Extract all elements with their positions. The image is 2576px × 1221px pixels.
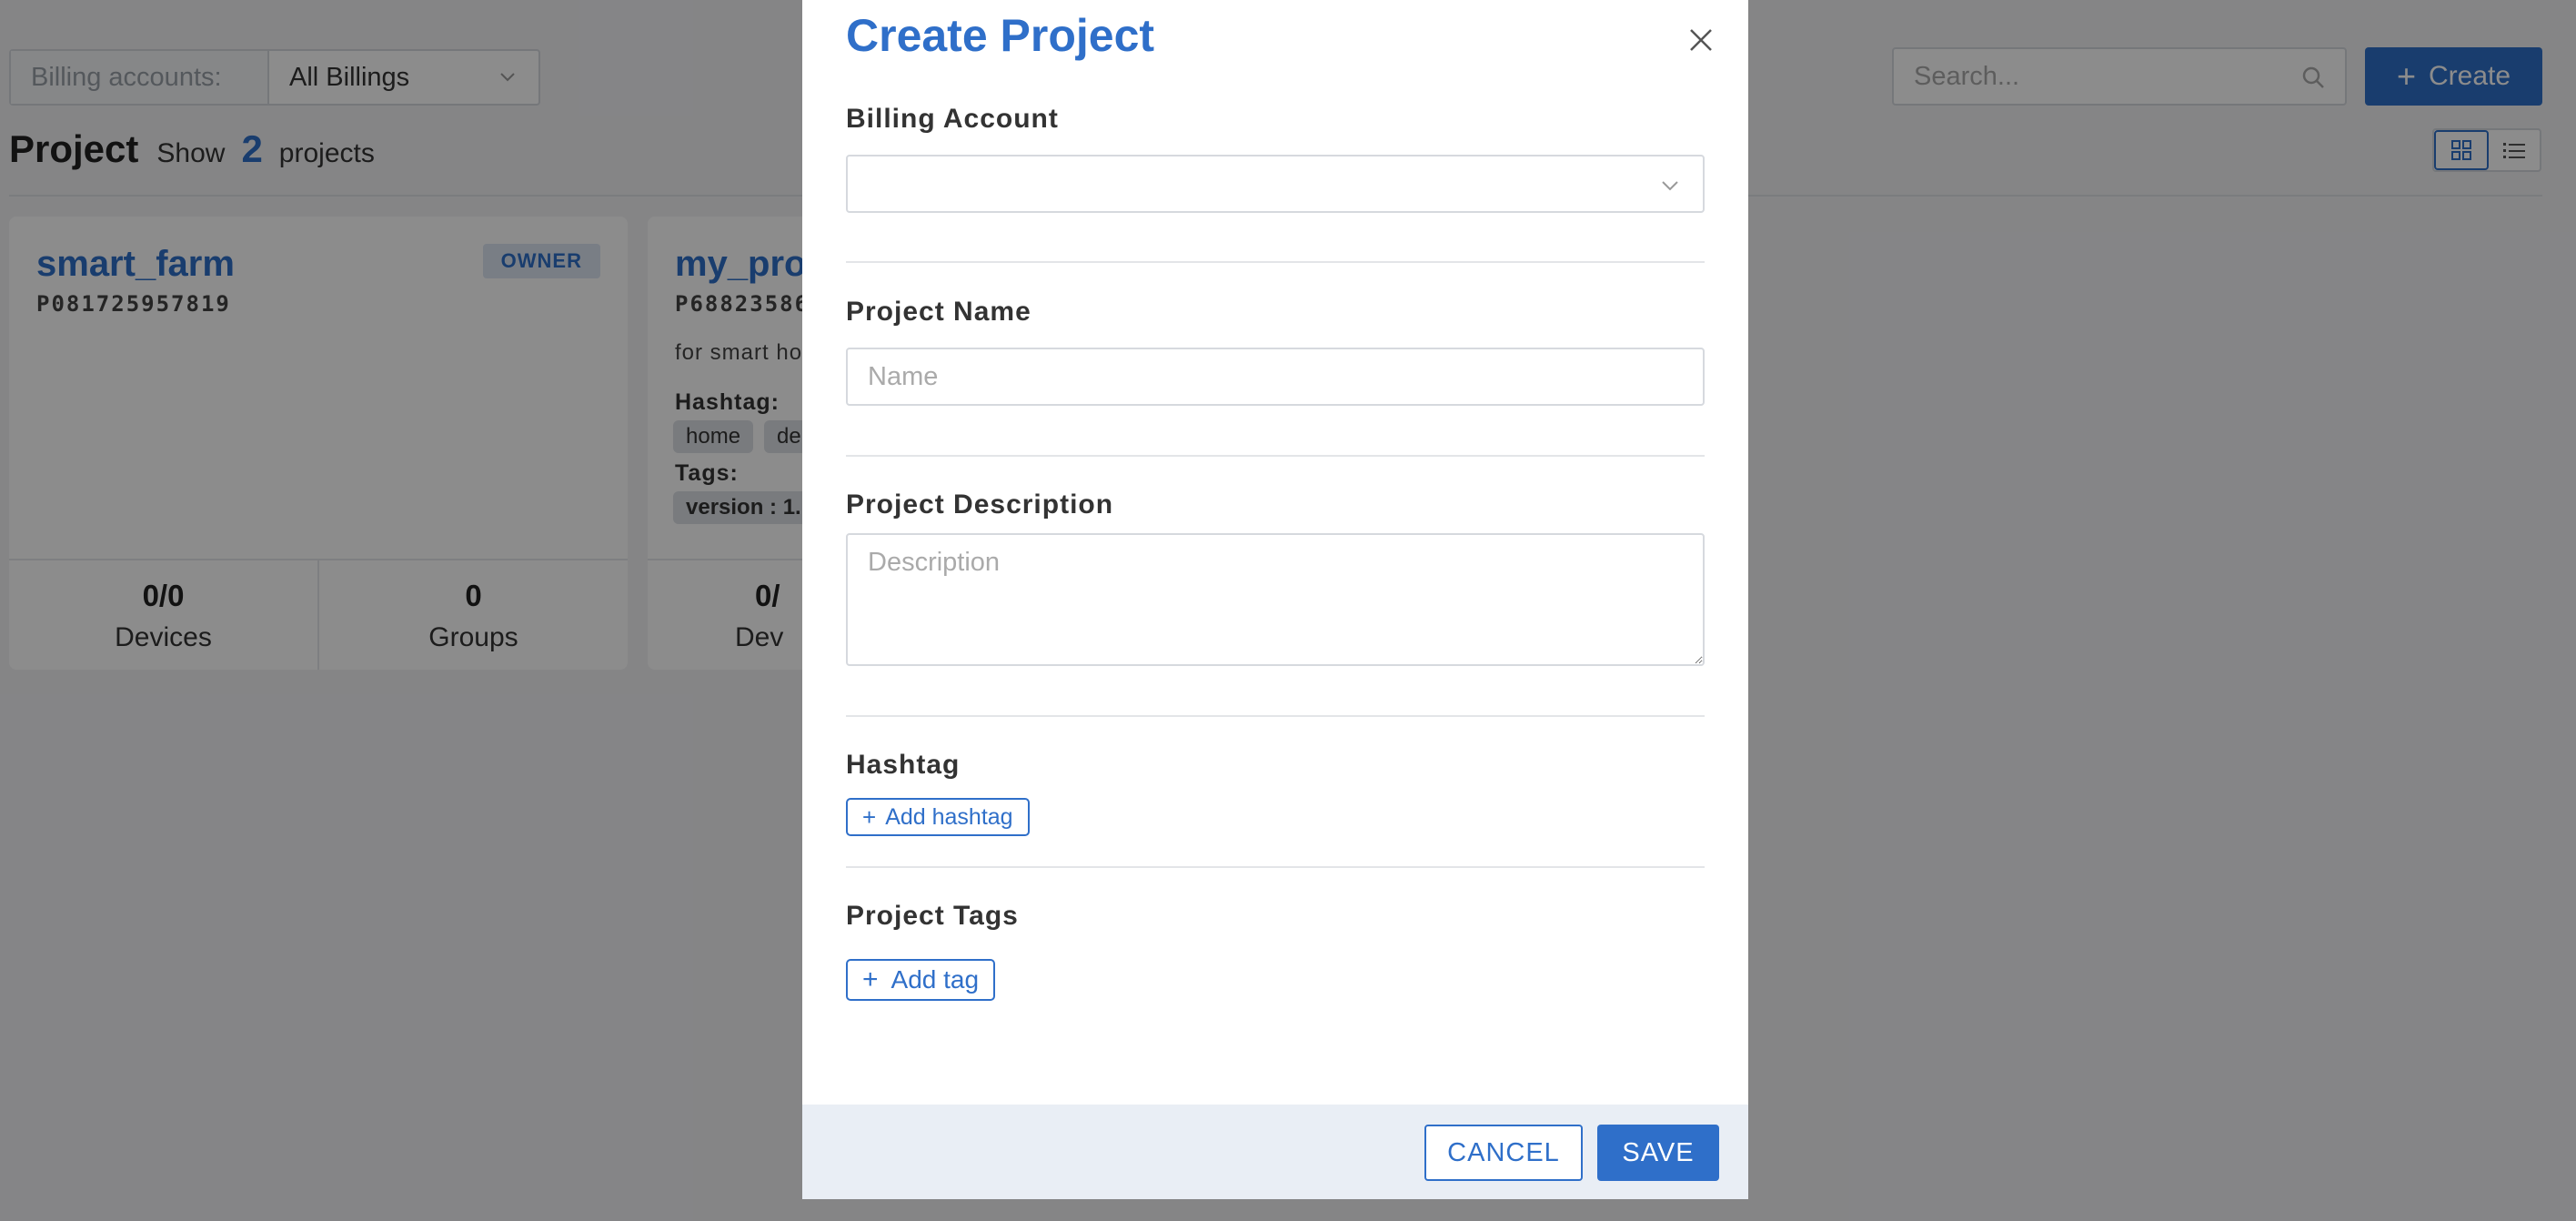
close-icon bbox=[1690, 29, 1712, 51]
project-name-label: Project Name bbox=[846, 297, 1031, 327]
billing-account-select[interactable] bbox=[846, 155, 1705, 213]
dialog-title: Create Project bbox=[846, 10, 1155, 61]
section-divider bbox=[846, 715, 1705, 717]
chevron-down-icon bbox=[1662, 181, 1678, 191]
add-tag-label: Add tag bbox=[891, 965, 980, 994]
billing-account-label: Billing Account bbox=[846, 104, 1059, 134]
hashtag-label: Hashtag bbox=[846, 750, 961, 780]
cancel-button[interactable]: CANCEL bbox=[1424, 1125, 1583, 1181]
project-name-input[interactable] bbox=[846, 348, 1705, 406]
project-description-label: Project Description bbox=[846, 489, 1114, 520]
dialog-footer: CANCEL SAVE bbox=[802, 1105, 1748, 1199]
section-divider bbox=[846, 455, 1705, 457]
add-tag-button[interactable]: + Add tag bbox=[846, 959, 996, 1001]
add-hashtag-button[interactable]: + Add hashtag bbox=[846, 798, 1030, 836]
project-tags-label: Project Tags bbox=[846, 901, 1019, 931]
plus-icon: + bbox=[862, 964, 879, 994]
add-hashtag-label: Add hashtag bbox=[885, 803, 1013, 830]
save-button[interactable]: SAVE bbox=[1597, 1125, 1719, 1181]
project-description-input[interactable] bbox=[846, 533, 1705, 666]
section-divider bbox=[846, 866, 1705, 868]
plus-icon: + bbox=[862, 803, 877, 831]
create-project-dialog: Create Project Billing Account Project N… bbox=[802, 0, 1748, 1199]
close-button[interactable] bbox=[1683, 22, 1719, 58]
section-divider bbox=[846, 261, 1705, 263]
